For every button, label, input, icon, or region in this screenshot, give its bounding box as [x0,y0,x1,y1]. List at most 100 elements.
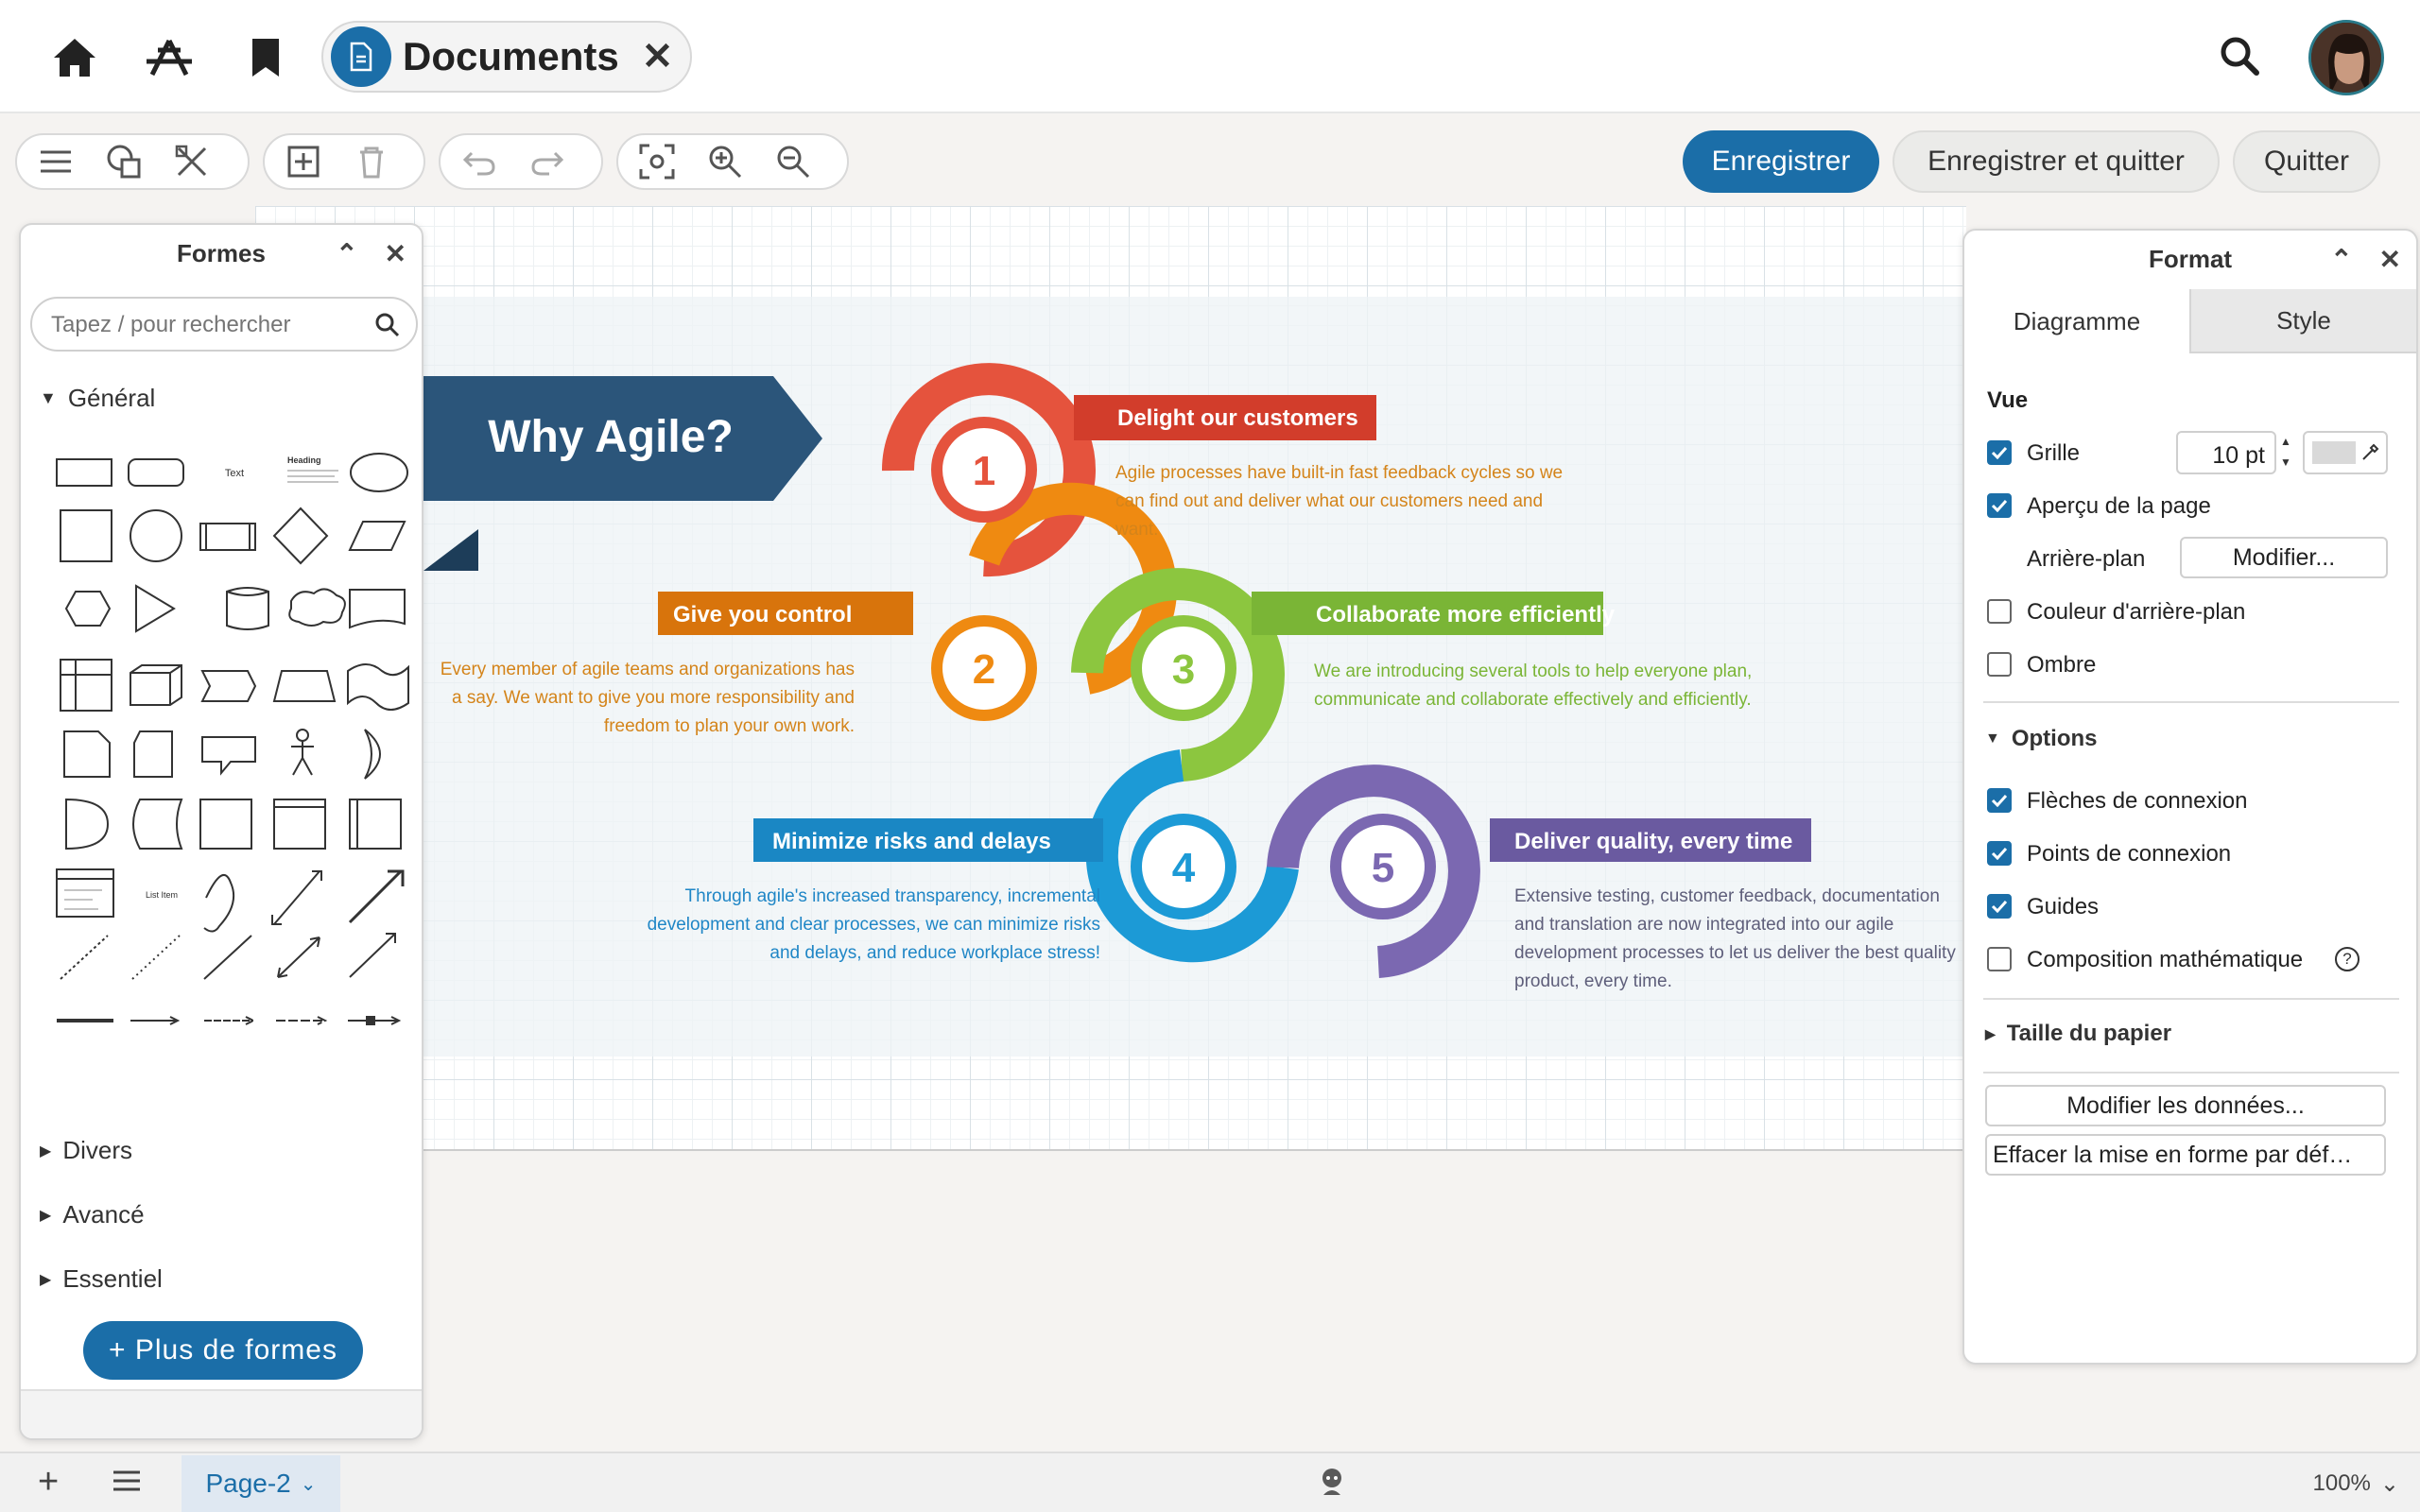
undo-icon[interactable] [458,140,501,183]
grid-checkbox[interactable] [1987,440,2012,465]
grid-size-stepper[interactable]: ▲ ▼ [2276,431,2295,474]
github-icon[interactable] [1318,1467,1346,1503]
diagram-title: Why Agile? [488,412,734,462]
delete-icon[interactable] [350,140,393,183]
pages-menu-icon[interactable] [112,1469,142,1498]
quit-button[interactable]: Quitter [2233,130,2380,193]
step-4-number: 4 [1172,845,1196,891]
caret-right-icon: ▶ [40,1207,52,1224]
caret-right-icon: ▶ [40,1143,52,1160]
grid-color-picker[interactable] [2303,431,2388,474]
diagram-canvas[interactable]: Why Agile? 1 2 3 4 5 Delight our custome… [255,206,1966,1151]
options-section[interactable]: ▼ Options [1985,726,2098,752]
step-5-number: 5 [1372,845,1394,891]
help-icon[interactable]: ? [2335,947,2360,971]
shape-text-label: Text [225,468,244,479]
add-page-icon[interactable]: + [38,1464,59,1500]
collapse-icon[interactable]: ⌃ [2330,244,2352,275]
close-icon[interactable]: ✕ [642,35,674,78]
zoom-in-icon[interactable] [703,140,747,183]
agile-infographic[interactable]: Why Agile? 1 2 3 4 5 Delight our custome… [255,206,1966,1151]
shapes-icon[interactable] [102,140,146,183]
tab-style[interactable]: Style [2189,289,2416,353]
background-color-label: Couleur d'arrière-plan [2027,599,2246,625]
collapse-icon[interactable]: ⌃ [336,238,357,269]
save-and-quit-button[interactable]: Enregistrer et quitter [1893,130,2220,193]
step-2-label: Give you control [673,602,852,627]
step-4-text: Through agile's increased transparency, … [647,886,1100,963]
chevron-down-icon: ⌄ [2379,1471,2399,1497]
shapes-panel-footer [21,1389,422,1438]
step-1-label: Delight our customers [1117,405,1358,431]
step-4-label: Minimize risks and delays [772,829,1051,854]
tab-diagram[interactable]: Diagramme [1964,289,2189,353]
guides-label: Guides [2027,894,2100,919]
divider [1983,1072,2399,1074]
edit-data-button[interactable]: Modifier les données... [1985,1085,2386,1126]
bookmark-icon[interactable] [233,25,299,91]
section-basic[interactable]: ▶ Essentiel [40,1264,163,1294]
save-button[interactable]: Enregistrer [1683,130,1879,193]
home-icon[interactable] [42,25,108,91]
shapes-panel-header: Formes ⌃ ✕ [21,225,422,282]
divider [1983,701,2399,703]
shape-list-item-label: List Item [146,890,178,900]
grid-size-input[interactable]: 10 pt [2176,431,2276,474]
toolbar-group-edit [263,133,425,190]
chevron-down-icon[interactable]: ⌄ [301,1472,317,1496]
view-heading: Vue [1987,387,2029,413]
document-tab[interactable]: Documents ✕ [321,21,692,93]
page-tab[interactable]: Page-2 ⌄ [182,1455,340,1512]
format-panel-title: Format [2148,244,2233,273]
toolbar-group-history [439,133,603,190]
page-view-label: Aperçu de la page [2027,493,2211,519]
toolbar-group-view [15,133,250,190]
shapes-search-input[interactable] [51,312,363,338]
edit-background-button[interactable]: Modifier... [2180,537,2388,578]
format-panel-header: Format ⌃ ✕ [1964,231,2416,287]
zoom-menu[interactable]: 100% ⌄ [2313,1470,2400,1498]
document-title: Documents [403,34,619,78]
user-avatar[interactable] [2308,20,2384,95]
shape-heading-label: Heading [287,455,321,465]
section-misc[interactable]: ▶ Divers [40,1136,132,1165]
section-general[interactable]: ▼ Général [40,384,155,413]
section-advanced[interactable]: ▶ Avancé [40,1200,145,1229]
fit-icon[interactable] [635,140,679,183]
step-3-label: Collaborate more efficiently [1316,602,1616,627]
more-shapes-button[interactable]: + Plus de formes [83,1321,363,1380]
clear-default-style-button[interactable]: Effacer la mise en forme par déf… [1985,1134,2386,1176]
paper-size-section[interactable]: ▶ Taille du papier [1985,1021,2171,1047]
connection-points-label: Points de connexion [2027,841,2232,867]
connection-points-checkbox[interactable] [1987,841,2012,866]
connection-arrows-checkbox[interactable] [1987,788,2012,813]
close-icon[interactable]: ✕ [2379,244,2401,275]
math-typesetting-checkbox[interactable] [1987,947,2012,971]
apps-icon[interactable] [136,25,202,91]
step-5-label: Deliver quality, every time [1514,829,1792,854]
search-icon[interactable] [2206,23,2273,89]
step-2-number: 2 [973,646,995,693]
background-color-checkbox[interactable] [1987,599,2012,624]
grid-color-swatch [2312,441,2356,464]
step-1-number: 1 [973,448,995,494]
background-label: Arrière-plan [2027,546,2146,572]
document-icon [331,26,391,87]
divider [1983,998,2399,1000]
close-icon[interactable]: ✕ [385,238,406,269]
page-view-checkbox[interactable] [1987,493,2012,518]
shapes-search[interactable] [30,297,418,352]
guides-checkbox[interactable] [1987,894,2012,919]
zoom-out-icon[interactable] [771,140,815,183]
insert-icon[interactable] [282,140,325,183]
search-icon[interactable] [374,312,401,338]
format-icon[interactable] [170,140,214,183]
step-1-text: Agile processes have built-in fast feedb… [1115,463,1564,540]
shadow-checkbox[interactable] [1987,652,2012,677]
redo-icon[interactable] [526,140,569,183]
step-3-text: We are introducing several tools to help… [1314,662,1753,710]
shape-library-general[interactable]: Text Heading List Item [45,442,414,1104]
caret-down-icon: ▼ [40,388,57,407]
caret-down-icon: ▼ [1985,730,2000,747]
menu-icon[interactable] [34,140,78,183]
